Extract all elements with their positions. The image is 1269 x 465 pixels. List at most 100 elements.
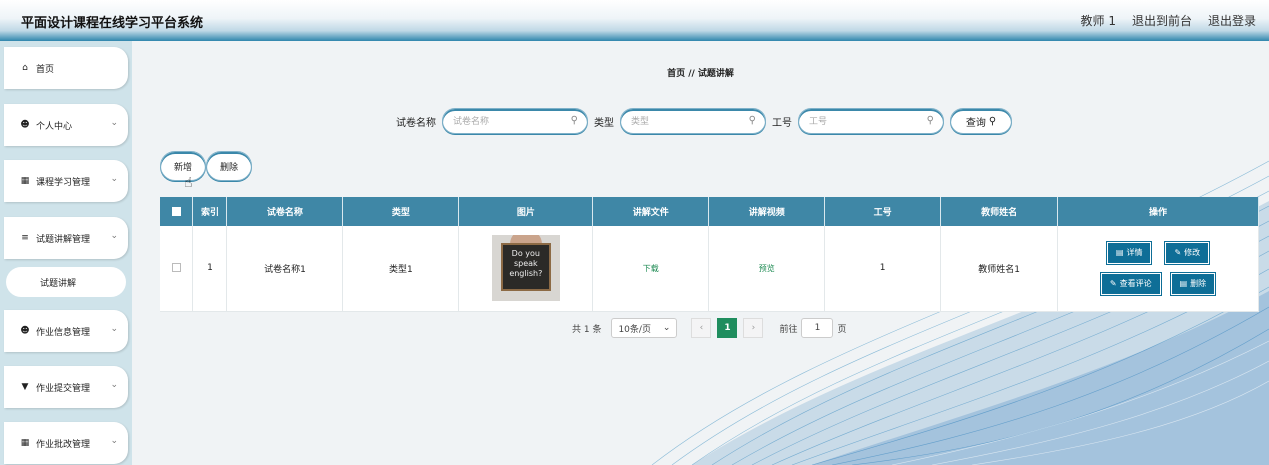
image-chalkboard-text: Do you speak english?	[500, 243, 551, 292]
breadcrumb: 首页 // 试题讲解	[667, 69, 734, 79]
chevron-down-icon: ⌄	[110, 118, 118, 128]
next-page-button[interactable]: ›	[743, 318, 764, 338]
search-icon: ⚲	[926, 115, 934, 126]
sidebar: ⌂ 首页 ☻ 个人中心 ⌄ ▦ 课程学习管理 ⌄ ≡ 试题讲解管理 ⌄ 试题讲解…	[0, 41, 132, 465]
sidebar-item-home[interactable]: ⌂ 首页	[4, 47, 128, 89]
chevron-down-icon: ⌄	[110, 324, 118, 334]
home-icon: ⌂	[22, 63, 28, 73]
logout-link[interactable]: 退出登录	[1208, 12, 1256, 29]
pencil-icon: ✎	[1109, 279, 1117, 289]
thumbnail-image[interactable]: Do you speak english?	[491, 235, 560, 302]
sidebar-item-homework-submit[interactable]: ▼ 作业提交管理 ⌄	[4, 366, 128, 408]
search-icon: ⚲	[570, 115, 578, 126]
chevron-down-icon: ⌄	[110, 174, 118, 184]
document-icon: ▤	[1115, 248, 1124, 258]
batch-delete-button[interactable]: 删除	[206, 151, 252, 181]
chevron-right-icon: ›	[751, 323, 756, 333]
sidebar-item-label: 试题讲解管理	[36, 234, 91, 245]
id-field: ⚲	[798, 108, 944, 134]
pencil-icon: ✎	[1174, 248, 1182, 258]
table-row: 1 试卷名称1 类型1 Do you speak english? 下载 预览 …	[160, 226, 1259, 312]
view-comments-button[interactable]: ✎ 查看评论	[1100, 272, 1161, 295]
column-header: 索引	[192, 197, 228, 226]
list-icon: ≡	[21, 233, 29, 243]
search-bar: 试卷名称 ⚲ 类型 ⚲ 工号 ⚲ 查询 ⚲	[396, 108, 1012, 134]
row-checkbox[interactable]	[171, 263, 181, 273]
goto-page-input[interactable]: 1	[801, 318, 834, 338]
paper-name-input[interactable]	[453, 111, 571, 133]
chevron-down-icon: ⌄	[110, 231, 118, 241]
grid-icon: ▦	[20, 438, 30, 448]
column-header: 操作	[1057, 197, 1259, 226]
type-field: ⚲	[620, 108, 766, 134]
column-header: 讲解视频	[708, 197, 826, 226]
id-input[interactable]	[809, 111, 927, 133]
trash-icon: ▤	[1179, 279, 1188, 289]
video-cell: 预览	[708, 226, 826, 312]
sidebar-item-label: 作业批改管理	[36, 439, 91, 450]
type-input[interactable]	[631, 111, 749, 133]
data-table: 索引 试卷名称 类型 图片 讲解文件 讲解视频 工号 教师姓名 操作 1 试卷名…	[160, 197, 1259, 312]
id-label: 工号	[772, 117, 792, 129]
current-user: 教师 1	[1080, 14, 1116, 28]
paper-name-field: ⚲	[442, 108, 588, 134]
hand-cursor-icon: ☝	[184, 175, 193, 191]
prev-page-button[interactable]: ‹	[691, 318, 712, 338]
sidebar-item-label: 个人中心	[36, 121, 73, 132]
type-label: 类型	[594, 117, 614, 129]
column-header: 讲解文件	[592, 197, 710, 226]
app-title: 平面设计课程在线学习平台系统	[21, 16, 204, 31]
grid-icon: ▦	[20, 176, 30, 186]
row-delete-button[interactable]: ▤ 删除	[1170, 272, 1216, 295]
table-header-row: 索引 试卷名称 类型 图片 讲解文件 讲解视频 工号 教师姓名 操作	[160, 197, 1259, 226]
file-cell: 下载	[592, 226, 710, 312]
top-header: 平面设计课程在线学习平台系统 教师 1 退出到前台 退出登录	[0, 0, 1269, 41]
column-header: 试卷名称	[226, 197, 344, 226]
column-header: 图片	[458, 197, 594, 226]
edit-label: 修改	[1184, 248, 1201, 258]
detail-button[interactable]: ▤ 详情	[1106, 241, 1152, 264]
sidebar-item-label: 作业信息管理	[36, 327, 91, 338]
page-size-value: 10条/页	[618, 324, 651, 335]
pagination: 共 1 条 10条/页 ⌄ ‹ 1 › 前往 1 页	[572, 318, 846, 338]
row-delete-label: 删除	[1190, 279, 1207, 289]
sidebar-item-label: 作业提交管理	[36, 383, 91, 394]
chevron-left-icon: ‹	[699, 323, 704, 333]
paper-name-label: 试卷名称	[396, 117, 436, 129]
select-all-checkbox[interactable]	[171, 206, 181, 216]
person-icon: ☻	[20, 120, 30, 130]
paper-name-cell: 试卷名称1	[226, 226, 344, 312]
detail-label: 详情	[1126, 248, 1143, 258]
sidebar-item-personal-center[interactable]: ☻ 个人中心 ⌄	[4, 104, 128, 146]
query-button[interactable]: 查询 ⚲	[950, 108, 1012, 134]
query-label: 查询	[965, 117, 986, 129]
add-button[interactable]: 新增	[160, 151, 206, 181]
operations-cell: ▤ 详情 ✎ 修改 ✎ 查看评论 ▤ 删除	[1057, 226, 1259, 312]
header-user-menu: 教师 1 退出到前台 退出登录	[1081, 12, 1256, 29]
teacher-name-cell: 教师姓名1	[940, 226, 1059, 312]
edit-button[interactable]: ✎ 修改	[1165, 241, 1210, 264]
sidebar-item-course-study[interactable]: ▦ 课程学习管理 ⌄	[4, 160, 128, 202]
sidebar-subitem-exam-explain[interactable]: 试题讲解	[6, 267, 126, 297]
sidebar-item-label: 首页	[36, 64, 55, 75]
column-header: 类型	[342, 197, 460, 226]
type-cell: 类型1	[342, 226, 460, 312]
select-all-header[interactable]	[160, 197, 194, 226]
chevron-down-icon: ⌄	[110, 436, 118, 446]
download-link[interactable]: 下载	[643, 264, 659, 273]
image-cell: Do you speak english?	[458, 226, 594, 312]
sidebar-item-label: 课程学习管理	[36, 177, 91, 188]
sidebar-item-homework-info[interactable]: ☻ 作业信息管理 ⌄	[4, 310, 128, 352]
column-header: 教师姓名	[940, 197, 1059, 226]
sidebar-item-homework-grade[interactable]: ▦ 作业批改管理 ⌄	[4, 422, 128, 464]
preview-link[interactable]: 预览	[759, 264, 775, 273]
sidebar-item-exam-explain[interactable]: ≡ 试题讲解管理 ⌄	[4, 217, 128, 259]
pin-icon: ▼	[21, 382, 29, 392]
back-to-front-link[interactable]: 退出到前台	[1132, 12, 1192, 29]
page-number-current[interactable]: 1	[717, 318, 738, 338]
view-comments-label: 查看评论	[1119, 279, 1152, 289]
page-size-select[interactable]: 10条/页 ⌄	[611, 318, 678, 338]
index-cell: 1	[192, 226, 228, 312]
main-content: 首页 // 试题讲解 试卷名称 ⚲ 类型 ⚲ 工号 ⚲ 查询 ⚲ 新增 删除 ☝…	[132, 41, 1269, 465]
goto-label: 前往	[779, 324, 798, 335]
